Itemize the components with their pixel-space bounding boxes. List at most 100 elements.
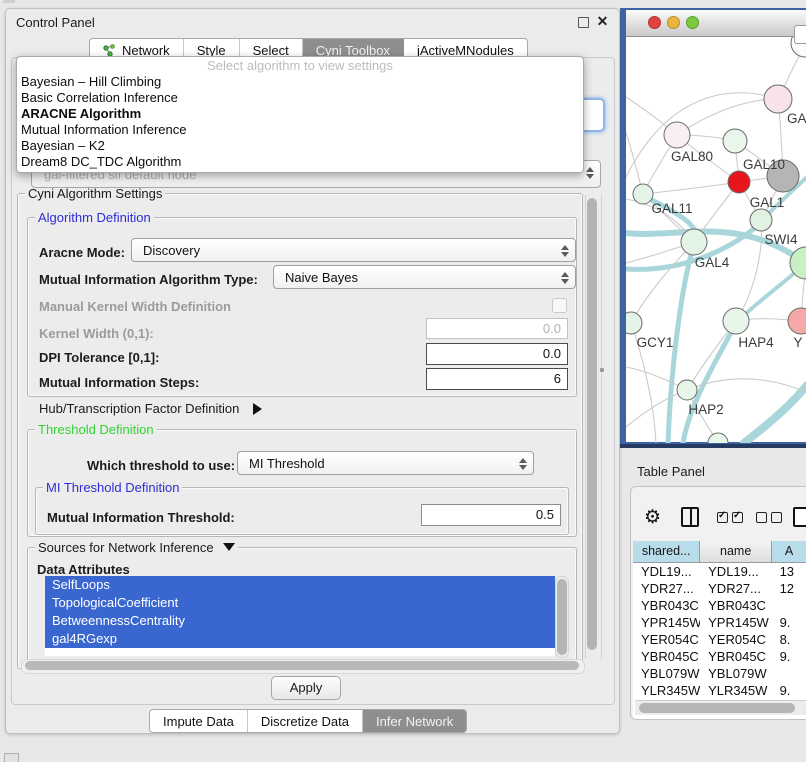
algorithm-dropdown: Select algorithm to view settings Bayesi… (16, 56, 584, 173)
table-row[interactable]: YDL19...YDL19...13 (633, 563, 806, 580)
tab-label: Impute Data (163, 714, 234, 729)
table-row[interactable]: YBL079WYBL079W (633, 665, 806, 682)
column-header-3[interactable]: A (772, 541, 806, 563)
zoom-window-icon[interactable] (686, 16, 699, 29)
sources-title[interactable]: Sources for Network Inference (35, 540, 238, 555)
mi-threshold-field[interactable]: 0.5 (421, 504, 561, 526)
algorithm-option[interactable]: Dream8 DC_TDC Algorithm (17, 154, 583, 170)
which-threshold-value: MI Threshold (249, 456, 325, 471)
algorithm-option[interactable]: Bayesian – K2 (17, 138, 583, 154)
network-canvas[interactable]: GALGAL80GAL10GAL1GAL11SWI4GAL4GCY1HAP4YH… (626, 37, 806, 442)
network-window-bottom-edge (620, 444, 806, 448)
attribute-item[interactable]: SelfLoops (45, 576, 555, 594)
tab-infer-network[interactable]: Infer Network (363, 710, 466, 732)
network-node-y[interactable] (788, 308, 806, 334)
expanded-arrow-icon (223, 543, 235, 551)
split-view-icon[interactable] (681, 507, 699, 527)
tab-discretize-data[interactable]: Discretize Data (248, 710, 363, 732)
settings-vertical-scrollbar-thumb[interactable] (587, 198, 597, 650)
settings-horizontal-scrollbar-thumb[interactable] (25, 661, 579, 670)
table-row[interactable]: YLR345WYLR345W9. (633, 682, 806, 699)
splitter-handle[interactable] (600, 368, 604, 372)
minimize-window-icon[interactable] (667, 16, 680, 29)
attributes-scrollbar[interactable] (555, 576, 569, 658)
table-row[interactable]: YDR27...YDR27...12 (633, 580, 806, 597)
hub-definition-label: Hub/Transcription Factor Definition (39, 401, 239, 416)
dpi-tolerance-label: DPI Tolerance [0,1]: (39, 350, 159, 365)
hub-definition-toggle[interactable]: Hub/Transcription Factor Definition (39, 401, 262, 416)
table-panel: ⚙ shared...nameA YDL19...YDL19...13YDR27… (630, 486, 806, 720)
table-row[interactable]: YBR043CYBR043C (633, 597, 806, 614)
table-horizontal-scrollbar-thumb[interactable] (639, 703, 795, 713)
mi-threshold-label: Mutual Information Threshold: (47, 510, 235, 525)
network-edge[interactable] (744, 385, 806, 443)
tab-impute-data[interactable]: Impute Data (150, 710, 248, 732)
apply-button[interactable]: Apply (271, 676, 341, 700)
node-label-gal11: GAL11 (651, 201, 692, 216)
algorithm-option[interactable]: Basic Correlation Inference (17, 90, 583, 106)
which-threshold-combo[interactable]: MI Threshold (237, 451, 534, 475)
algorithm-option[interactable]: Mutual Information Inference (17, 122, 583, 138)
dpi-tolerance-field[interactable]: 0.0 (426, 343, 568, 365)
network-node-gal11[interactable] (633, 184, 653, 204)
attribute-item[interactable]: gal4RGexp (45, 630, 555, 648)
manual-kernel-width-checkbox[interactable] (552, 298, 567, 313)
data-attributes-label: Data Attributes (37, 562, 130, 577)
table-header-row: shared...nameA (633, 541, 806, 563)
window-grip[interactable] (4, 753, 19, 762)
node-label-y: Y (793, 335, 802, 350)
network-node-gal1[interactable] (728, 171, 750, 193)
table-cell: YBL079W (633, 665, 700, 682)
manual-kernel-width-label: Manual Kernel Width Definition (39, 299, 231, 314)
aracne-mode-label: Aracne Mode: (39, 245, 125, 260)
network-node[interactable] (708, 433, 728, 443)
close-window-icon[interactable] (648, 16, 661, 29)
node-label-hap4: HAP4 (738, 335, 774, 350)
node-label-gal1: GAL1 (750, 195, 785, 210)
algorithm-dropdown-list: Bayesian – Hill ClimbingBasic Correlatio… (17, 74, 583, 170)
bottom-tabs: Impute Data Discretize DataInfer Network (149, 709, 467, 733)
table-body: YDL19...YDL19...13YDR27...YDR27...12YBR0… (633, 563, 806, 701)
algorithm-option[interactable]: ARACNE Algorithm (17, 106, 583, 122)
column-header-1[interactable]: shared... (633, 541, 700, 563)
export-table-icon[interactable] (793, 507, 806, 527)
algorithm-dropdown-placeholder: Select algorithm to view settings (17, 58, 583, 74)
node-label-gal10: GAL10 (743, 157, 785, 172)
attribute-item[interactable]: TopologicalCoefficient (45, 594, 555, 612)
network-node-hap4[interactable] (723, 308, 749, 334)
network-node-gal[interactable] (764, 85, 792, 113)
settings-gear-icon[interactable]: ⚙ (644, 507, 661, 529)
aracne-mode-combo[interactable]: Discovery (131, 238, 576, 262)
mi-steps-field[interactable]: 6 (426, 368, 568, 390)
table-cell (772, 597, 806, 614)
table-cell: YER054C (700, 631, 771, 648)
table-cell: 9. (772, 682, 806, 699)
algorithm-definition-title: Algorithm Definition (35, 210, 154, 225)
network-node-swi4[interactable] (750, 209, 772, 231)
threshold-definition-title: Threshold Definition (35, 422, 157, 437)
network-node-hap2[interactable] (677, 380, 697, 400)
network-node-gal4[interactable] (681, 229, 707, 255)
kernel-width-field[interactable]: 0.0 (426, 318, 568, 339)
network-view-window: GALGAL80GAL10GAL1GAL11SWI4GAL4GCY1HAP4YH… (620, 8, 806, 448)
close-panel-icon[interactable]: ✕ (596, 15, 609, 28)
table-cell: YDL19... (633, 563, 700, 580)
table-row[interactable]: YER054CYER054C8. (633, 631, 806, 648)
network-node-gcy1[interactable] (626, 312, 642, 334)
attribute-item[interactable]: BetweennessCentrality (45, 612, 555, 630)
network-edge[interactable] (643, 182, 739, 194)
hide-columns-icon[interactable] (756, 511, 786, 526)
mi-algorithm-type-combo[interactable]: Naive Bayes (273, 265, 576, 289)
table-cell: YBR043C (633, 597, 700, 614)
network-node-gal80[interactable] (664, 122, 690, 148)
network-window-titlebar[interactable] (626, 10, 806, 37)
network-node-gal10[interactable] (723, 129, 747, 153)
right-panel-button-fragment[interactable] (794, 25, 806, 44)
column-header-2[interactable]: name (700, 541, 772, 563)
show-columns-icon[interactable] (717, 511, 747, 526)
network-icon (103, 44, 116, 57)
float-panel-icon[interactable] (578, 17, 589, 28)
table-row[interactable]: YPR145WYPR145W9. (633, 614, 806, 631)
table-row[interactable]: YBR045CYBR045C9. (633, 648, 806, 665)
algorithm-option[interactable]: Bayesian – Hill Climbing (17, 74, 583, 90)
